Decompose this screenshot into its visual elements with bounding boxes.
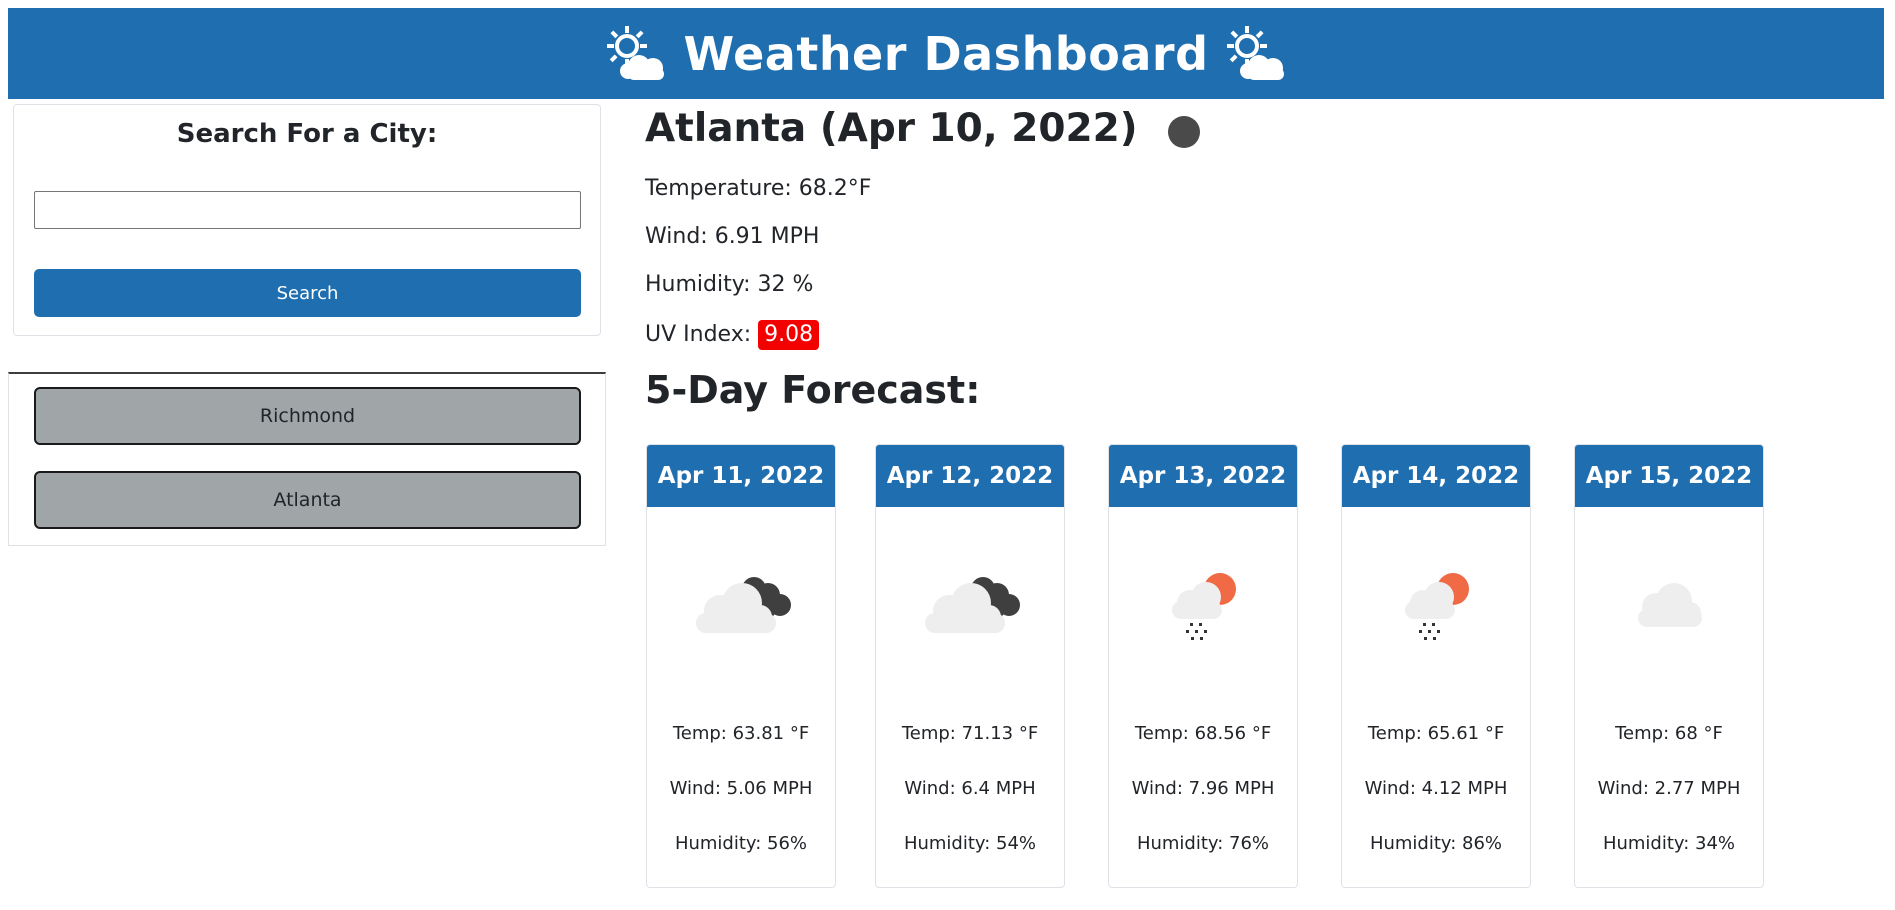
current-wind: Wind: 6.91 MPH bbox=[645, 224, 820, 249]
uv-index-badge: 9.08 bbox=[758, 320, 820, 350]
forecast-wind: Wind: 2.77 MPH bbox=[1597, 778, 1741, 799]
forecast-date: Apr 15, 2022 bbox=[1575, 445, 1763, 507]
forecast-card: Apr 12, 2022 Temp: 71.13 °F Wind: 6.4 MP… bbox=[875, 444, 1065, 888]
app-header: Weather Dashboard bbox=[8, 8, 1884, 99]
forecast-date: Apr 14, 2022 bbox=[1342, 445, 1530, 507]
forecast-humidity: Humidity: 76% bbox=[1136, 833, 1270, 854]
forecast-wind: Wind: 5.06 MPH bbox=[669, 778, 813, 799]
search-panel: Search For a City: Search bbox=[13, 104, 601, 336]
forecast-temp: Temp: 63.81 °F bbox=[672, 723, 810, 744]
forecast-humidity: Humidity: 56% bbox=[674, 833, 808, 854]
forecast-humidity: Humidity: 86% bbox=[1369, 833, 1503, 854]
uv-index-label: UV Index: bbox=[645, 322, 752, 347]
forecast-date: Apr 12, 2022 bbox=[876, 445, 1064, 507]
forecast-card: Apr 11, 2022 Temp: 63.81 °F Wind: 5.06 M… bbox=[646, 444, 836, 888]
forecast-card: Apr 14, 2022 Temp: 65.61 °F Wind: 4.12 M… bbox=[1341, 444, 1531, 888]
forecast-humidity: Humidity: 54% bbox=[903, 833, 1037, 854]
search-button[interactable]: Search bbox=[34, 269, 581, 317]
current-humidity: Humidity: 32 % bbox=[645, 272, 814, 297]
search-heading: Search For a City: bbox=[176, 119, 438, 149]
forecast-temp: Temp: 65.61 °F bbox=[1367, 723, 1505, 744]
forecast-temp: Temp: 68.56 °F bbox=[1134, 723, 1272, 744]
forecast-wind: Wind: 7.96 MPH bbox=[1131, 778, 1275, 799]
weather-condition-dot-icon bbox=[1167, 116, 1200, 148]
search-history: Richmond Atlanta bbox=[8, 372, 606, 546]
current-uv: UV Index: 9.08 bbox=[645, 320, 820, 350]
cloudy-night-icon bbox=[925, 577, 1020, 633]
current-city-title: Atlanta (Apr 10, 2022) bbox=[645, 105, 1138, 151]
forecast-card: Apr 13, 2022 Temp: 68.56 °F Wind: 7.96 M… bbox=[1108, 444, 1298, 888]
city-search-input[interactable] bbox=[34, 191, 581, 229]
forecast-wind: Wind: 4.12 MPH bbox=[1364, 778, 1508, 799]
forecast-card: Apr 15, 2022 Temp: 68 °F Wind: 2.77 MPH … bbox=[1574, 444, 1764, 888]
forecast-date: Apr 11, 2022 bbox=[647, 445, 835, 507]
rain-sun-icon bbox=[1172, 573, 1236, 640]
forecast-humidity: Humidity: 34% bbox=[1602, 833, 1736, 854]
forecast-title: 5-Day Forecast: bbox=[645, 368, 981, 412]
history-city-button[interactable]: Richmond bbox=[34, 387, 581, 445]
rain-sun-icon bbox=[1405, 573, 1469, 640]
cloudy-night-icon bbox=[696, 577, 791, 633]
page-title: Weather Dashboard bbox=[683, 26, 1209, 81]
forecast-temp: Temp: 68 °F bbox=[1615, 723, 1723, 744]
forecast-temp: Temp: 71.13 °F bbox=[901, 723, 1039, 744]
sun-behind-cloud-icon bbox=[607, 25, 665, 80]
sun-behind-cloud-icon bbox=[1226, 25, 1284, 80]
history-city-button[interactable]: Atlanta bbox=[34, 471, 581, 529]
cloud-icon bbox=[1638, 583, 1702, 627]
forecast-date: Apr 13, 2022 bbox=[1109, 445, 1297, 507]
current-weather: Atlanta (Apr 10, 2022) Temperature: 68.2… bbox=[645, 100, 1845, 350]
forecast-wind: Wind: 6.4 MPH bbox=[904, 778, 1036, 799]
current-temperature: Temperature: 68.2°F bbox=[645, 176, 872, 201]
